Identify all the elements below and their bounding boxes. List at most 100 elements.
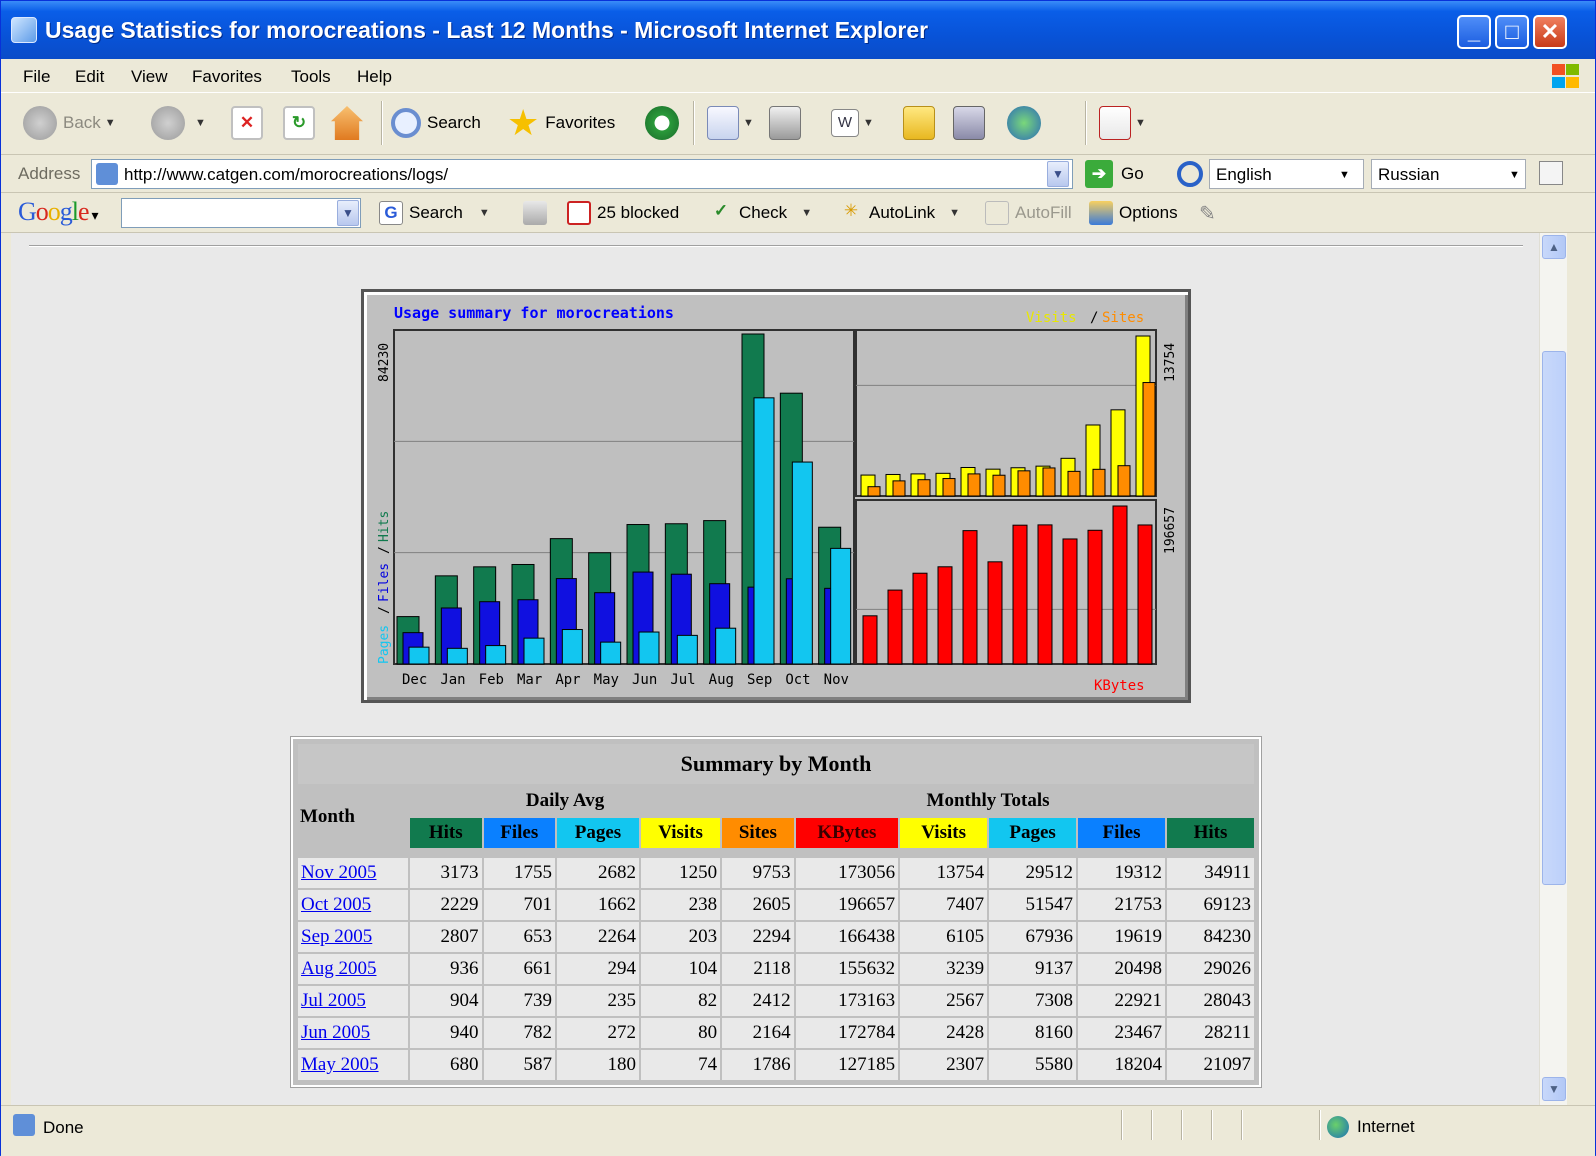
edit-button[interactable]: W ▼ xyxy=(831,103,874,143)
month-link[interactable]: Jun 2005 xyxy=(301,1022,370,1043)
autolink-wand-icon: ✳ xyxy=(843,201,859,220)
menu-edit[interactable]: Edit xyxy=(75,67,104,87)
y-label-hits: Hits xyxy=(377,511,392,542)
history-button[interactable] xyxy=(645,103,685,143)
popup-blocker-button[interactable]: 25 blocked xyxy=(567,201,679,225)
ie-page-icon xyxy=(11,17,37,43)
research-button[interactable] xyxy=(953,103,985,143)
options-button[interactable]: Options xyxy=(1089,201,1178,225)
close-button[interactable]: ✕ xyxy=(1533,15,1567,49)
table-cell: 2567 xyxy=(900,986,988,1016)
table-row: Jul 2005 904 739 235 82 2412 173163 2567 7308 229… xyxy=(298,986,1254,1016)
kbytes-bar xyxy=(1012,524,1028,665)
autolink-button[interactable]: ✳ AutoLink ▼ xyxy=(839,201,960,225)
home-icon xyxy=(331,106,363,140)
mail-button[interactable]: ▼ xyxy=(707,103,754,143)
scroll-down-button[interactable]: ▼ xyxy=(1542,1077,1566,1101)
x-tick-label: Jan xyxy=(440,672,465,688)
x-tick-label: Feb xyxy=(479,672,504,688)
search-button[interactable]: Search xyxy=(391,103,481,143)
daily-hits-col-header: Hits xyxy=(410,818,482,848)
month-link[interactable]: Aug 2005 xyxy=(301,958,376,979)
month-link[interactable]: Jul 2005 xyxy=(301,990,366,1011)
monthly-visits-col-header: Visits xyxy=(900,818,988,848)
table-cell: 80 xyxy=(640,1018,721,1048)
menu-view[interactable]: View xyxy=(131,67,168,87)
table-cell: 74 xyxy=(640,1050,721,1080)
google-search-button[interactable]: G Search ▼ xyxy=(379,201,490,225)
table-cell: 127185 xyxy=(795,1050,899,1080)
messenger-button[interactable] xyxy=(1007,103,1047,143)
daily-files-col-header: Files xyxy=(483,818,555,848)
maximize-button[interactable]: □ xyxy=(1495,15,1529,49)
y-label-slash: / xyxy=(377,546,392,554)
table-cell: 1755 xyxy=(483,858,555,888)
menu-bar: File Edit View Favorites Tools Help xyxy=(1,59,1595,93)
pages-bar xyxy=(485,645,507,665)
table-cell: 203 xyxy=(640,922,721,952)
pencil-icon[interactable]: ✎ xyxy=(1199,201,1216,226)
table-cell: 2164 xyxy=(722,1018,794,1048)
kbytes-bar xyxy=(1062,538,1078,665)
windows-logo-icon xyxy=(1549,61,1583,91)
address-dropdown-button[interactable]: ▼ xyxy=(1047,161,1069,187)
month-link[interactable]: Oct 2005 xyxy=(301,894,371,915)
news-button[interactable] xyxy=(523,201,553,225)
google-logo[interactable]: Google ▾ xyxy=(18,197,98,227)
back-button[interactable]: Back ▼ xyxy=(23,103,116,143)
month-link[interactable]: May 2005 xyxy=(301,1054,379,1075)
google-search-input[interactable] xyxy=(121,198,361,228)
autofill-button[interactable]: AutoFill xyxy=(985,201,1072,225)
table-cell: 173163 xyxy=(795,986,899,1016)
table-cell: 904 xyxy=(410,986,482,1016)
refresh-button[interactable]: ↻ xyxy=(283,103,315,143)
address-input[interactable]: http://www.catgen.com/morocreations/logs… xyxy=(91,159,1073,189)
table-cell: 82 xyxy=(640,986,721,1016)
standard-toolbar: Back ▼ ▼ ✕ ↻ Search ★ Favorites ▼ W ▼ ▼ xyxy=(1,93,1595,155)
scroll-thumb[interactable] xyxy=(1542,351,1566,885)
table-cell: 23467 xyxy=(1078,1018,1165,1048)
sites-bar xyxy=(917,479,931,497)
discuss-button[interactable] xyxy=(903,103,935,143)
favorites-button[interactable]: ★ Favorites xyxy=(507,103,615,143)
go-button[interactable]: ➔ Go xyxy=(1085,160,1144,188)
print-button[interactable] xyxy=(769,103,801,143)
daily-visits-col-header: Visits xyxy=(640,818,721,848)
favorites-star-icon: ★ xyxy=(507,102,540,143)
vertical-scrollbar[interactable]: ▲ ▼ xyxy=(1539,233,1567,1105)
table-cell: 2428 xyxy=(900,1018,988,1048)
language-to-select[interactable]: Russian xyxy=(1371,159,1526,189)
month-cell: Oct 2005 xyxy=(298,890,408,920)
menu-file[interactable]: File xyxy=(23,67,50,87)
kbytes-bar xyxy=(1137,524,1153,665)
sites-bar xyxy=(1017,470,1031,497)
table-row: Nov 2005 3173 1755 2682 1250 9753 173056 13754 2… xyxy=(298,858,1254,888)
table-row: May 2005 680 587 180 74 1786 127185 2307 5580 182… xyxy=(298,1050,1254,1080)
column-header-row: Hits Files Pages Visits Sites KBytes Visits Pag… xyxy=(298,818,1254,848)
home-button[interactable] xyxy=(331,103,363,143)
month-link[interactable]: Nov 2005 xyxy=(301,862,376,883)
menu-favorites[interactable]: Favorites xyxy=(192,67,262,87)
popup-blocker-icon xyxy=(567,201,591,225)
minimize-button[interactable]: _ xyxy=(1457,15,1491,49)
table-cell: 28043 xyxy=(1166,986,1254,1016)
summary-by-month-table: Summary by Month Month Daily Avg Monthly… xyxy=(290,736,1262,1088)
table-cell: 6105 xyxy=(900,922,988,952)
month-link[interactable]: Sep 2005 xyxy=(301,926,372,947)
month-cell: Jul 2005 xyxy=(298,986,408,1016)
forward-button[interactable]: ▼ xyxy=(151,103,206,143)
address-url: http://www.catgen.com/morocreations/logs… xyxy=(124,165,449,184)
x-tick-label: Oct xyxy=(785,672,810,688)
stop-button[interactable]: ✕ xyxy=(231,103,263,143)
translate-page-icon[interactable] xyxy=(1539,161,1563,185)
table-cell: 680 xyxy=(410,1050,482,1080)
menu-help[interactable]: Help xyxy=(357,67,392,87)
pdf-button[interactable]: ▼ xyxy=(1099,103,1146,143)
address-label: Address xyxy=(18,164,81,183)
menu-tools[interactable]: Tools xyxy=(291,67,331,87)
y-label-pages: Pages xyxy=(377,625,392,664)
google-search-dropdown[interactable]: ▼ xyxy=(337,200,359,226)
spell-check-button[interactable]: ✓ Check ▼ xyxy=(709,201,812,225)
pages-bar xyxy=(523,637,545,665)
scroll-up-button[interactable]: ▲ xyxy=(1542,235,1566,259)
